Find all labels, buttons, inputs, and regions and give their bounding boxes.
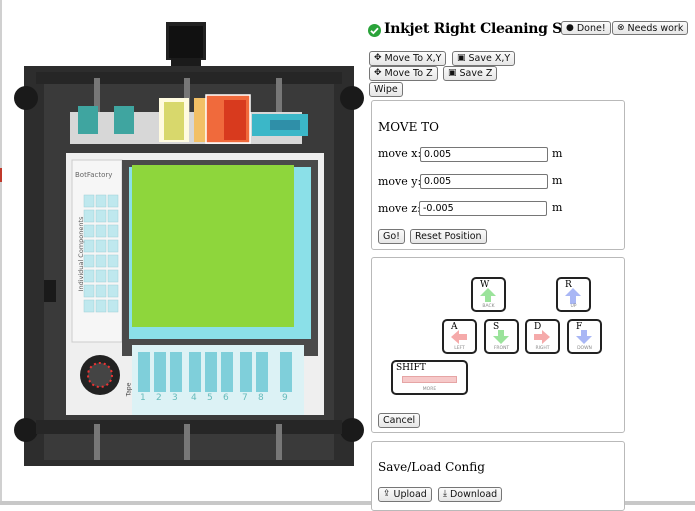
move-z-unit: m: [552, 201, 563, 214]
go-button[interactable]: Go!: [378, 229, 405, 244]
window-edge: [0, 0, 2, 505]
slot-number: 2: [156, 393, 162, 403]
save-xy-button[interactable]: ▣ Save X,Y: [452, 51, 516, 66]
arrow-down-icon: [493, 330, 509, 344]
floppy-disk-icon: ▣: [448, 68, 457, 78]
move-y-label: move y:: [378, 175, 422, 188]
cancel-button[interactable]: Cancel: [378, 413, 421, 428]
save-z-button[interactable]: ▣ Save Z: [443, 66, 498, 81]
move-y-field[interactable]: [420, 174, 548, 189]
arrow-up-icon: [480, 288, 496, 302]
brand-label: BotFactory: [75, 171, 113, 179]
key-sublabel: RIGHT: [535, 346, 550, 351]
floppy-disk-icon: ▣: [457, 53, 466, 63]
arrow-down-icon: [576, 330, 592, 344]
slot-number: 9: [282, 393, 288, 403]
move-x-field[interactable]: [420, 147, 548, 162]
arrows-icon: ✥: [374, 53, 382, 63]
arrows-icon: ✥: [374, 68, 382, 78]
move-to-z-button[interactable]: ✥ Move To Z: [369, 66, 438, 81]
key-letter: SHIFT: [396, 363, 426, 373]
download-label: Download: [449, 489, 498, 500]
arrow-right-icon: [534, 330, 550, 344]
arrow-left-icon: [451, 330, 467, 344]
move-to-xy-button[interactable]: ✥ Move To X,Y: [369, 51, 447, 66]
move-to-heading: MOVE TO: [378, 120, 439, 134]
done-label: Done!: [576, 22, 606, 34]
reset-position-label: Reset Position: [415, 231, 482, 242]
components-label: Individual Components: [77, 216, 85, 292]
needs-work-button[interactable]: ⊗ Needs work: [612, 21, 689, 35]
key-sublabel: BACK: [482, 304, 495, 309]
jog-right-key[interactable]: D RIGHT: [525, 319, 560, 354]
wipe-button[interactable]: Wipe: [369, 82, 403, 97]
slot-number: 3: [172, 393, 178, 403]
jog-shift-key[interactable]: SHIFT MORE: [391, 360, 468, 395]
upload-button[interactable]: ⇪ Upload: [378, 487, 432, 502]
slot-number: 5: [207, 393, 213, 403]
print-bed: [132, 165, 294, 327]
key-sublabel: UP: [570, 304, 577, 309]
move-to-z-label: Move To Z: [384, 68, 433, 79]
move-x-label: move x:: [378, 147, 422, 160]
jog-left-key[interactable]: A LEFT: [442, 319, 477, 354]
edge-marker: [0, 168, 2, 182]
slot-number: 6: [223, 393, 229, 403]
tape-label: Tape: [125, 382, 133, 397]
done-button[interactable]: ● Done!: [561, 21, 611, 35]
move-z-label: move z:: [378, 202, 421, 215]
key-sublabel: DOWN: [577, 346, 592, 351]
reset-position-button[interactable]: Reset Position: [410, 229, 487, 244]
machine-render: [14, 22, 364, 466]
jog-front-key[interactable]: S FRONT: [484, 319, 519, 354]
go-label: Go!: [383, 231, 400, 242]
slot-number: 8: [258, 393, 264, 403]
cancel-label: Cancel: [383, 415, 416, 426]
download-icon: ⤓: [443, 489, 447, 499]
move-y-unit: m: [552, 174, 563, 187]
move-x-unit: m: [552, 147, 563, 160]
download-button[interactable]: ⤓ Download: [438, 487, 503, 502]
slot-number: 7: [242, 393, 248, 403]
config-heading: Save/Load Config: [378, 460, 485, 474]
jog-panel: W BACK R UP A LEFT S FRONT D RIGHT F DOW…: [371, 257, 625, 433]
move-z-field[interactable]: [419, 201, 547, 216]
config-panel: Save/Load Config ⇪ Upload ⤓ Download: [371, 441, 625, 511]
move-to-xy-label: Move To X,Y: [384, 53, 442, 64]
check-circle-icon: ●: [566, 22, 574, 33]
save-z-label: Save Z: [459, 68, 493, 79]
upload-label: Upload: [393, 489, 427, 500]
jog-down-key[interactable]: F DOWN: [567, 319, 602, 354]
key-sublabel: FRONT: [493, 346, 510, 351]
times-circle-icon: ⊗: [617, 22, 625, 33]
jog-back-key[interactable]: W BACK: [471, 277, 506, 312]
check-circle-icon: [368, 24, 381, 37]
jog-up-key[interactable]: R UP: [556, 277, 591, 312]
save-xy-label: Save X,Y: [468, 53, 511, 64]
key-sublabel: LEFT: [454, 346, 465, 351]
move-to-panel: MOVE TO move x: m move y: m move z: m Go…: [371, 100, 625, 250]
slot-number: 1: [140, 393, 146, 403]
machine-viewer[interactable]: BotFactory Individual Components Tape 1 …: [14, 20, 364, 466]
shift-bar: [402, 376, 457, 383]
key-sublabel: MORE: [422, 387, 437, 392]
upload-icon: ⇪: [383, 489, 391, 499]
arrow-up-icon: [565, 288, 581, 304]
wipe-label: Wipe: [374, 84, 398, 95]
needs-work-label: Needs work: [627, 22, 684, 34]
slot-number: 4: [191, 393, 197, 403]
